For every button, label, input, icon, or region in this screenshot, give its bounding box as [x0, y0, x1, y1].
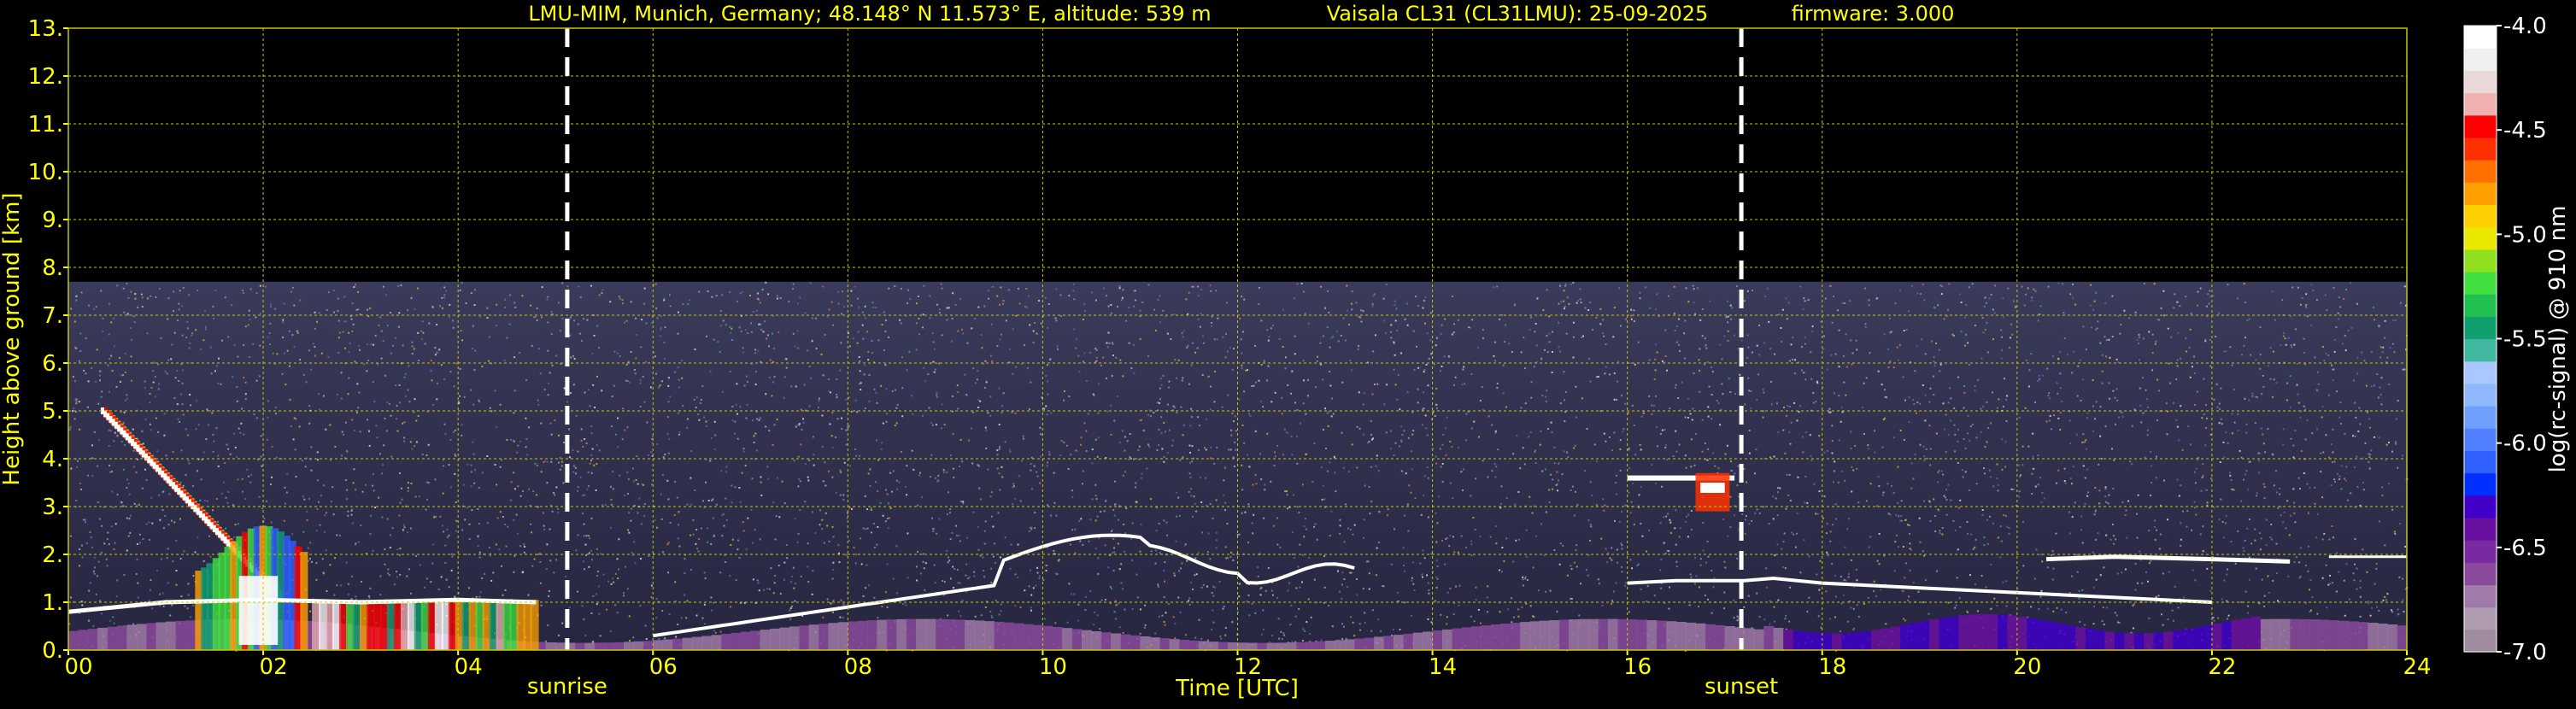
x-tick-label: 10: [1039, 654, 1067, 680]
x-tick-label: 08: [844, 654, 872, 680]
x-tick-label: 22: [2208, 654, 2236, 680]
colorbar-swatch: [2464, 450, 2497, 473]
colorbar-label: log(rc-signal) @ 910 nm: [2545, 206, 2571, 473]
colorbar-swatch: [2464, 70, 2497, 93]
colorbar-swatch: [2464, 540, 2497, 563]
ceilometer-figure: sunrisesunset 00020406081012141618202224…: [0, 0, 2576, 706]
y-tick-label: 11.: [28, 112, 63, 138]
colorbar-swatch: [2464, 115, 2497, 138]
colorbar-swatch: [2464, 138, 2497, 161]
y-tick-label: 12.: [28, 64, 63, 90]
colorbar-swatch: [2464, 584, 2497, 607]
colorbar-swatch: [2464, 294, 2497, 317]
colorbar-tick-label: -7.0: [2503, 640, 2547, 665]
backscatter-chart: sunrisesunset 00020406081012141618202224…: [0, 0, 2576, 706]
y-tick-label: 10.: [28, 160, 63, 185]
colorbar-swatch: [2464, 607, 2497, 630]
y-tick-label: 0.: [42, 638, 63, 664]
colorbar-tick-label: -6.0: [2503, 431, 2547, 457]
event-label-sunset: sunset: [1705, 674, 1778, 700]
x-tick-label: 00: [64, 654, 92, 680]
colorbar-swatch: [2464, 227, 2497, 250]
colorbar-tick-label: -6.5: [2503, 536, 2547, 561]
y-tick-label: 4.: [42, 447, 63, 472]
x-axis-label: Time [UTC]: [1175, 676, 1299, 701]
colorbar-swatch: [2464, 473, 2497, 496]
y-tick-label: 9.: [42, 208, 63, 233]
x-tick-label: 18: [1818, 654, 1846, 680]
colorbar-swatch: [2464, 182, 2497, 205]
y-tick-label: 6.: [42, 351, 63, 377]
colorbar-tick-label: -4.0: [2503, 14, 2547, 39]
colorbar-swatch: [2464, 93, 2497, 116]
y-tick-label: 13.: [28, 16, 63, 42]
colorbar-swatch: [2464, 630, 2497, 653]
colorbar-swatch: [2464, 48, 2497, 71]
x-tick-label: 20: [2013, 654, 2041, 680]
colorbar-swatch: [2464, 495, 2497, 519]
x-tick-label: 04: [455, 654, 483, 680]
colorbar-swatch: [2464, 384, 2497, 407]
colorbar-tick-label: -5.0: [2503, 222, 2547, 248]
x-tick-label: 06: [649, 654, 678, 680]
y-tick-label: 7.: [42, 303, 63, 329]
x-tick-label: 02: [260, 654, 288, 680]
event-label-sunrise: sunrise: [527, 674, 607, 700]
y-tick-label: 5.: [42, 399, 63, 425]
colorbar-tick-label: -4.5: [2503, 118, 2547, 144]
colorbar-swatch: [2464, 160, 2497, 183]
colorbar-swatch: [2464, 518, 2497, 541]
chart-title-instrument: Vaisala CL31 (CL31LMU): 25-09-2025: [1327, 2, 1709, 26]
x-tick-label: 14: [1429, 654, 1457, 680]
colorbar-swatch: [2464, 562, 2497, 585]
y-axis-label: Height above ground [km]: [0, 192, 25, 485]
colorbar-swatch: [2464, 316, 2497, 339]
colorbar-swatch: [2464, 204, 2497, 227]
colorbar-tick-label: -5.5: [2503, 327, 2547, 353]
chart-title-site: LMU-MIM, Munich, Germany; 48.148° N 11.5…: [528, 2, 1211, 26]
colorbar-swatch: [2464, 272, 2497, 295]
colorbar-swatch: [2464, 26, 2497, 49]
x-tick-label: 16: [1623, 654, 1652, 680]
colorbar-swatch: [2464, 249, 2497, 272]
colorbar-swatch: [2464, 406, 2497, 429]
colorbar-swatch: [2464, 339, 2497, 362]
colorbar-swatch: [2464, 361, 2497, 384]
y-tick-label: 1.: [42, 590, 63, 616]
colorbar-swatch: [2464, 428, 2497, 451]
chart-title-firmware: firmware: 3.000: [1792, 2, 1955, 26]
y-tick-label: 8.: [42, 255, 63, 281]
y-tick-label: 3.: [42, 495, 63, 520]
x-tick-label: 24: [2403, 654, 2431, 680]
y-tick-label: 2.: [42, 542, 63, 568]
